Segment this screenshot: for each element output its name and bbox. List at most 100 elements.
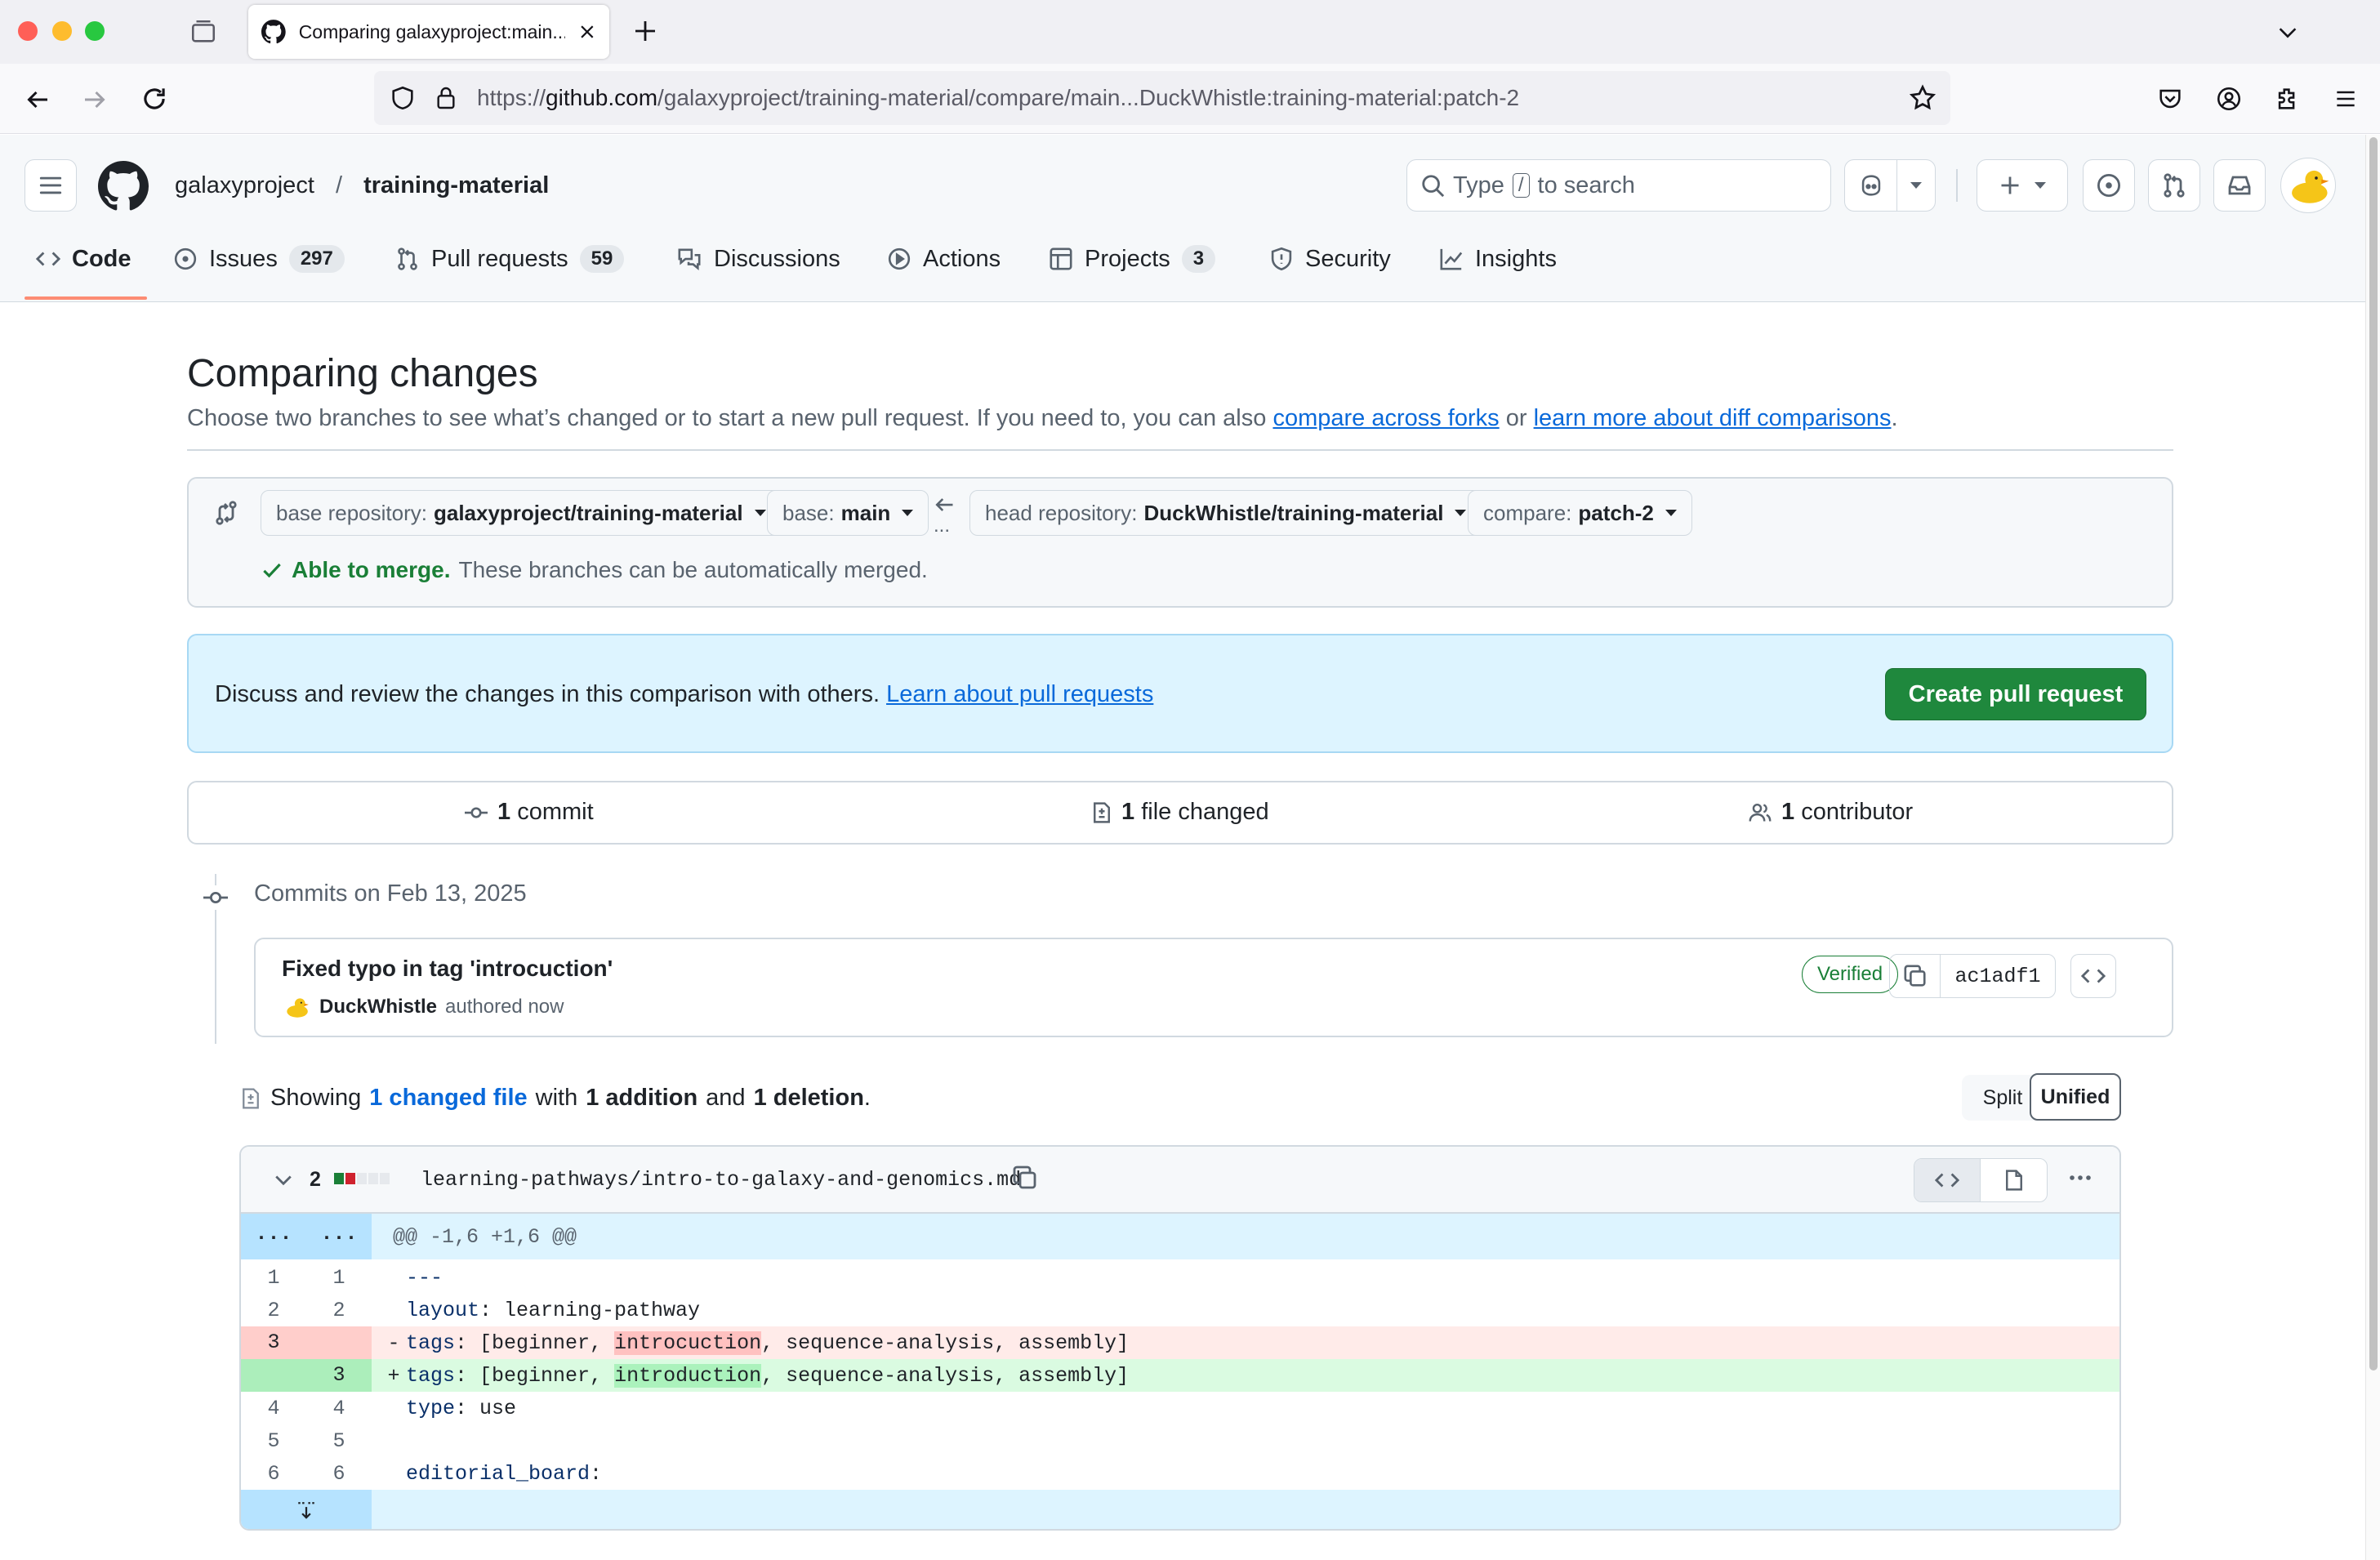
active-tab-underline [25, 296, 147, 300]
arrow-left-icon [932, 493, 956, 516]
compare-arrows-icon [213, 500, 239, 526]
copy-path-icon[interactable] [1012, 1165, 1038, 1191]
tab-code[interactable]: Code [36, 236, 131, 282]
address-bar[interactable]: https://github.com/galaxyproject/trainin… [374, 71, 1950, 125]
browser-tab[interactable]: Comparing galaxyproject:main... [248, 5, 609, 59]
learn-pull-requests-link[interactable]: Learn about pull requests [886, 681, 1153, 707]
rich-view-button[interactable] [1981, 1159, 2047, 1201]
compare-across-forks-link[interactable]: compare across forks [1272, 405, 1499, 431]
app-menu-icon[interactable] [2333, 85, 2359, 113]
repo-link[interactable]: training-material [363, 172, 549, 198]
create-pull-request-button[interactable]: Create pull request [1885, 668, 2146, 720]
tab-discussions[interactable]: Discussions [676, 236, 840, 282]
inbox-button[interactable] [2213, 159, 2266, 212]
contributors-count[interactable]: 1 contributor [1747, 799, 1913, 826]
new-tab-icon[interactable] [632, 18, 658, 44]
list-all-tabs-icon[interactable] [2275, 20, 2300, 44]
pull-request-icon [2164, 173, 2185, 198]
commit-icon [465, 806, 488, 818]
commit-sha[interactable]: ac1adf1 [1941, 965, 2055, 988]
duck-avatar-icon [287, 998, 309, 1018]
maximize-window-button[interactable] [85, 21, 105, 41]
chevron-down-icon [2035, 182, 2046, 189]
diffstat-add-block [334, 1173, 344, 1184]
tab-insights[interactable]: Insights [1439, 236, 1557, 282]
create-new-button[interactable] [1977, 159, 2068, 212]
base-branch-select[interactable]: base: main [767, 490, 929, 536]
merge-status: Able to merge. These branches can be auto… [261, 557, 928, 583]
close-window-button[interactable] [18, 21, 38, 41]
diff-line: 11 --- [267, 1265, 443, 1290]
copilot-button[interactable] [1844, 159, 1936, 212]
tab-projects[interactable]: Projects 3 [1049, 236, 1216, 282]
diff-line: 66 editorial_board: [267, 1461, 603, 1486]
commit-author-name[interactable]: DuckWhistle [319, 996, 437, 1018]
pull-requests-button[interactable] [2148, 159, 2200, 212]
tab-issues[interactable]: Issues 297 [173, 236, 345, 282]
check-icon [263, 563, 281, 578]
people-icon [1749, 803, 1772, 822]
expand-down-button[interactable] [241, 1490, 372, 1529]
lock-icon[interactable] [433, 84, 459, 112]
kebab-menu-icon[interactable] [2066, 1165, 2095, 1191]
copy-sha-button[interactable] [1890, 955, 1941, 997]
diffstat-bar [334, 1173, 390, 1184]
github-logo-icon[interactable] [98, 161, 149, 212]
forward-icon[interactable] [80, 85, 109, 114]
hunk-range: @@ -1,6 +1,6 @@ [393, 1224, 577, 1249]
files-changed-count[interactable]: 1 file changed [1090, 799, 1269, 826]
diff-summary: Showing 1 changed file with 1 addition a… [239, 1085, 871, 1112]
bookmark-star-icon[interactable] [1908, 83, 1937, 113]
reload-icon[interactable] [139, 83, 170, 114]
owner-link[interactable]: galaxyproject [175, 172, 314, 198]
file-path[interactable]: learning-pathways/intro-to-galaxy-and-ge… [421, 1168, 1021, 1192]
tab-title: Comparing galaxyproject:main... [298, 20, 566, 42]
banner-text: Discuss and review the changes in this c… [215, 681, 1154, 707]
commits-count[interactable]: 1 commit [463, 799, 594, 826]
user-avatar[interactable] [2280, 158, 2336, 213]
copilot-dropdown-icon[interactable] [1897, 182, 1935, 189]
tab-actions[interactable]: Actions [887, 236, 1001, 282]
compare-branch-select[interactable]: compare: patch-2 [1468, 490, 1692, 536]
diffstat-neutral-block [357, 1173, 367, 1184]
commit-message[interactable]: Fixed typo in tag 'introcuction' [282, 956, 613, 982]
commit-author: DuckWhistle authored now [282, 993, 564, 1021]
expand-up-button[interactable]: ... [241, 1214, 306, 1259]
tracking-shield-icon[interactable] [389, 84, 417, 112]
changed-files-link[interactable]: 1 changed file [369, 1085, 527, 1112]
file-icon [2005, 1170, 2022, 1191]
unified-view-button[interactable]: Unified [2030, 1073, 2121, 1121]
minimize-window-button[interactable] [52, 21, 72, 41]
tab-pull-requests[interactable]: Pull requests 59 [395, 236, 625, 282]
expand-up-button[interactable]: ... [306, 1214, 372, 1259]
commits-date-header: Commits on Feb 13, 2025 [254, 880, 527, 907]
diff-change-count: 2 [310, 1168, 321, 1191]
diff-line: 22 layout: learning-pathway [267, 1298, 701, 1322]
tab-security[interactable]: Security [1269, 236, 1391, 282]
head-repository-select[interactable]: head repository: DuckWhistle/training-mat… [969, 490, 1482, 536]
account-icon[interactable] [2215, 85, 2243, 113]
tab-overview-icon[interactable] [189, 18, 217, 46]
divider [187, 449, 2173, 451]
code-icon [1935, 1173, 1959, 1188]
global-menu-button[interactable] [25, 159, 77, 212]
issues-button[interactable] [2083, 159, 2135, 212]
verified-badge[interactable]: Verified [1802, 956, 1899, 993]
deleted-word: introcuction [614, 1330, 762, 1355]
commit-row: Fixed typo in tag 'introcuction' DuckWhi… [254, 938, 2173, 1037]
back-icon[interactable] [23, 85, 52, 114]
diffstat-neutral-block [380, 1173, 390, 1184]
hamburger-icon [39, 176, 62, 194]
pocket-icon[interactable] [2156, 85, 2184, 113]
play-icon [888, 247, 911, 270]
scrollbar-thumb[interactable] [2369, 137, 2378, 1371]
source-view-button[interactable] [1914, 1159, 1981, 1201]
base-repository-select[interactable]: base repository: galaxyproject/training-m… [261, 490, 782, 536]
collapse-file-icon[interactable] [272, 1168, 295, 1191]
close-tab-icon[interactable] [578, 23, 596, 41]
page-title: Comparing changes [187, 352, 538, 395]
search-input[interactable]: Type / to search [1406, 159, 1831, 212]
diff-comparisons-link[interactable]: learn more about diff comparisons [1534, 405, 1892, 431]
browse-repo-button[interactable] [2070, 954, 2116, 998]
extensions-icon[interactable] [2274, 85, 2302, 113]
